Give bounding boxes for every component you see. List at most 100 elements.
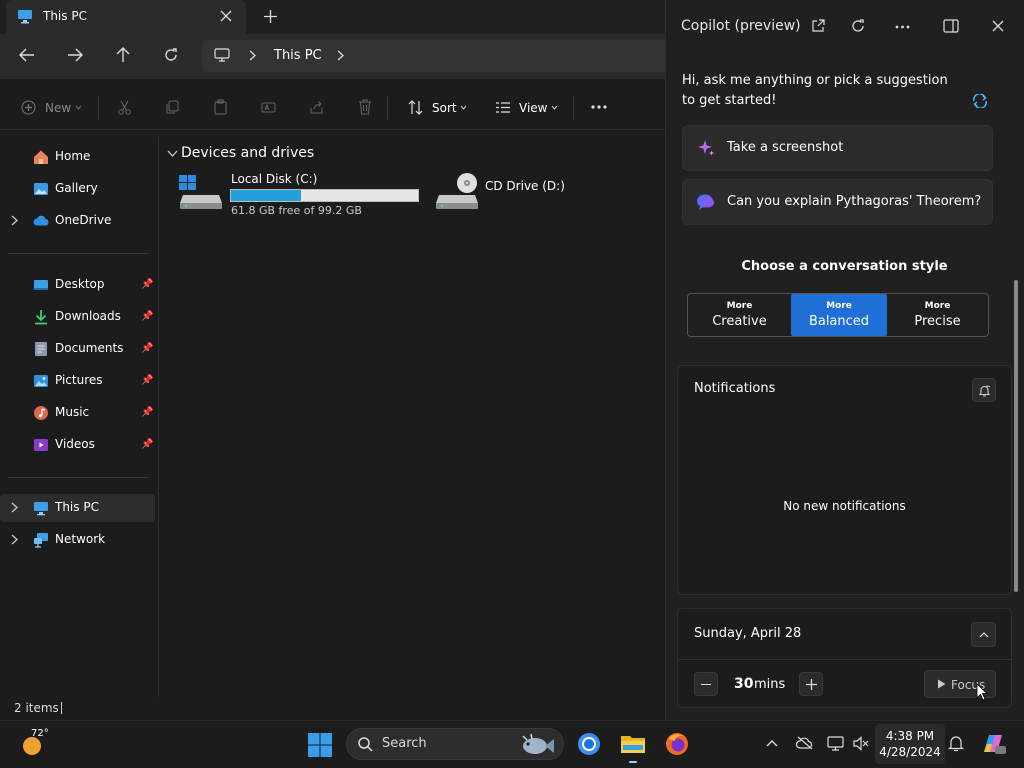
chevron-right-icon[interactable] bbox=[11, 215, 21, 227]
weather-temperature[interactable]: 72° bbox=[31, 728, 49, 739]
cloud-offline-icon[interactable] bbox=[796, 736, 814, 750]
taskbar-search[interactable]: Search bbox=[346, 728, 564, 760]
drive-cd-drive-d[interactable]: CD Drive (D:) bbox=[430, 169, 580, 219]
cloud-icon bbox=[33, 215, 49, 231]
copilot-taskbar-icon[interactable] bbox=[980, 732, 1006, 756]
sidebar-item-desktop[interactable]: Desktop 📌 bbox=[0, 271, 155, 299]
speaker-muted-icon[interactable] bbox=[853, 736, 869, 751]
copilot-scrollbar[interactable] bbox=[1014, 280, 1018, 592]
sort-button[interactable]: Sort bbox=[432, 101, 457, 115]
sidebar-item-onedrive[interactable]: OneDrive bbox=[0, 207, 155, 235]
pin-icon[interactable]: 📌 bbox=[141, 439, 153, 450]
style-prefix: More bbox=[924, 301, 951, 311]
pin-icon[interactable]: 📌 bbox=[141, 343, 153, 354]
new-button[interactable]: New bbox=[45, 101, 71, 115]
suggestion-take-screenshot[interactable]: Take a screenshot bbox=[682, 125, 993, 171]
sidebar-item-pictures[interactable]: Pictures 📌 bbox=[0, 367, 155, 395]
collapse-calendar-button[interactable] bbox=[971, 622, 996, 647]
share-icon[interactable] bbox=[309, 100, 324, 115]
clock-time: 4:38 PM bbox=[885, 729, 935, 743]
pin-icon[interactable]: 📌 bbox=[141, 311, 153, 322]
new-suggestions-icon[interactable] bbox=[972, 94, 988, 108]
plus-circle-icon[interactable] bbox=[21, 100, 36, 115]
chevron-right-icon[interactable] bbox=[11, 534, 21, 546]
more-options-icon[interactable] bbox=[591, 105, 607, 109]
desktop-icon bbox=[33, 277, 49, 293]
increase-minutes-button[interactable] bbox=[799, 672, 823, 696]
delete-icon[interactable] bbox=[358, 99, 372, 115]
sidebar-item-music[interactable]: Music 📌 bbox=[0, 399, 155, 427]
notifications-panel: Notifications No new notifications bbox=[677, 365, 1012, 595]
style-option-balanced[interactable]: More Balanced bbox=[791, 294, 887, 336]
group-header-devices[interactable]: Devices and drives bbox=[181, 145, 314, 161]
pin-icon[interactable]: 📌 bbox=[141, 375, 153, 386]
sidebar-item-documents[interactable]: Documents 📌 bbox=[0, 335, 155, 363]
chevron-right-icon[interactable] bbox=[11, 502, 21, 514]
open-external-icon[interactable] bbox=[811, 19, 825, 33]
address-bar[interactable]: This PC bbox=[202, 40, 672, 72]
display-network-icon[interactable] bbox=[827, 736, 844, 751]
pin-icon[interactable]: 📌 bbox=[141, 279, 153, 290]
hard-drive-icon bbox=[179, 173, 223, 209]
sidebar-item-network[interactable]: Network bbox=[0, 526, 155, 554]
collapse-group-icon[interactable] bbox=[167, 150, 178, 157]
view-button[interactable]: View bbox=[519, 101, 547, 115]
monitor-icon bbox=[17, 9, 33, 24]
refresh-icon[interactable] bbox=[164, 48, 178, 62]
tab-this-pc[interactable]: This PC bbox=[6, 0, 246, 34]
style-option-precise[interactable]: More Precise bbox=[887, 294, 988, 336]
mouse-cursor-icon bbox=[976, 683, 988, 701]
notification-settings-button[interactable] bbox=[972, 378, 996, 402]
file-explorer-taskbar-icon[interactable] bbox=[620, 733, 646, 755]
drive-local-disk-c[interactable]: Local Disk (C:) 61.8 GB free of 99.2 GB bbox=[174, 169, 424, 219]
style-option-creative[interactable]: More Creative bbox=[688, 294, 791, 336]
pane-splitter[interactable] bbox=[158, 137, 159, 697]
calendar-focus-panel: Sunday, April 28 30 mins Focus bbox=[677, 608, 1012, 708]
rename-icon[interactable] bbox=[261, 100, 276, 115]
chrome-icon[interactable] bbox=[577, 732, 601, 756]
windows-start-icon[interactable] bbox=[308, 733, 332, 757]
firefox-icon[interactable] bbox=[665, 732, 689, 756]
view-list-icon[interactable] bbox=[495, 101, 511, 114]
search-highlight-fish-icon bbox=[517, 731, 555, 759]
sort-icon[interactable] bbox=[408, 100, 424, 115]
focus-minutes-value[interactable]: 30 bbox=[734, 676, 753, 692]
notification-bell-icon[interactable] bbox=[948, 735, 964, 752]
dock-panel-icon[interactable] bbox=[943, 19, 959, 33]
breadcrumb-chevron-icon[interactable] bbox=[337, 50, 344, 61]
decrease-minutes-button[interactable] bbox=[694, 672, 718, 696]
back-arrow-icon[interactable] bbox=[19, 48, 35, 62]
forward-arrow-icon[interactable] bbox=[67, 48, 83, 62]
more-options-icon[interactable] bbox=[895, 25, 910, 29]
sidebar-item-label: Music bbox=[55, 405, 90, 419]
sidebar-item-downloads[interactable]: Downloads 📌 bbox=[0, 303, 155, 331]
clock-button[interactable]: 4:38 PM 4/28/2024 bbox=[875, 724, 945, 764]
sidebar-divider bbox=[8, 253, 148, 254]
suggestion-pythagoras[interactable]: Can you explain Pythagoras' Theorem? bbox=[682, 179, 993, 225]
refresh-icon[interactable] bbox=[851, 19, 865, 33]
sidebar-divider bbox=[8, 477, 148, 478]
music-icon bbox=[33, 405, 49, 421]
sidebar-item-gallery[interactable]: Gallery bbox=[0, 175, 155, 203]
paste-icon[interactable] bbox=[213, 99, 228, 115]
up-arrow-icon[interactable] bbox=[116, 47, 130, 63]
close-tab-icon[interactable] bbox=[220, 10, 232, 22]
sidebar-item-home[interactable]: Home bbox=[0, 143, 155, 171]
status-bar: 2 items bbox=[0, 697, 665, 720]
home-icon bbox=[33, 149, 49, 165]
this-pc-icon bbox=[33, 500, 49, 516]
sidebar-item-this-pc[interactable]: This PC bbox=[0, 494, 155, 522]
show-hidden-icons-chevron[interactable] bbox=[766, 739, 778, 747]
copilot-title: Copilot (preview) bbox=[681, 18, 801, 34]
close-icon[interactable] bbox=[992, 20, 1004, 32]
pin-icon[interactable]: 📌 bbox=[141, 407, 153, 418]
tab-title: This PC bbox=[43, 9, 87, 23]
copy-icon[interactable] bbox=[165, 100, 180, 115]
breadcrumb-chevron-icon[interactable] bbox=[249, 50, 256, 61]
new-tab-icon[interactable] bbox=[264, 10, 277, 23]
cut-icon[interactable] bbox=[117, 100, 132, 115]
breadcrumb-this-pc[interactable]: This PC bbox=[274, 48, 322, 63]
search-label: Search bbox=[382, 736, 427, 751]
running-indicator bbox=[629, 761, 637, 763]
sidebar-item-videos[interactable]: Videos 📌 bbox=[0, 431, 155, 459]
